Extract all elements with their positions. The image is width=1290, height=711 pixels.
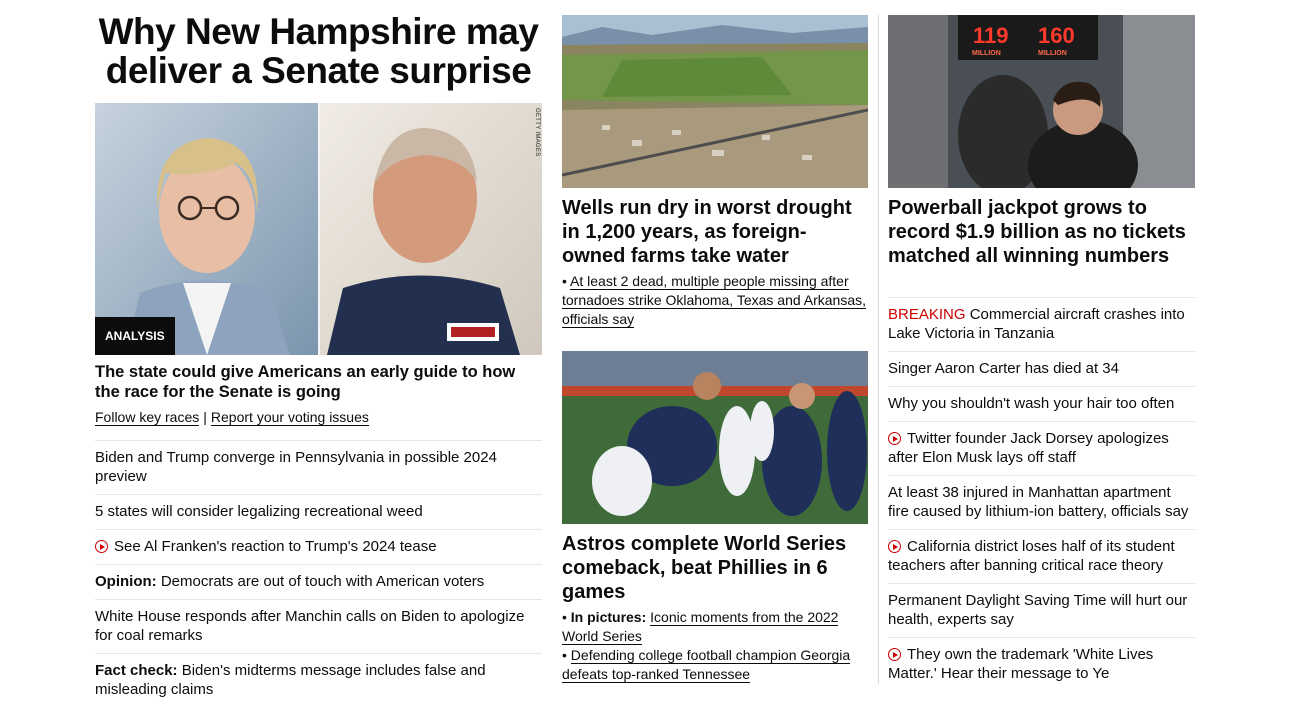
play-video-icon: [95, 540, 108, 553]
list-item-text: They own the trademark 'White Lives Matt…: [888, 646, 1154, 682]
image-credit: GETTY IMAGES: [534, 108, 540, 157]
powerball-image[interactable]: 119 160 MILLION MILLION: [888, 15, 1195, 188]
bullet: •: [562, 647, 571, 663]
list-item-text: 5 states will consider legalizing recrea…: [95, 503, 423, 520]
list-item[interactable]: Fact check: Biden's midterms message inc…: [95, 653, 542, 707]
georgia-tennessee-link[interactable]: Defending college football champion Geor…: [562, 647, 851, 683]
powerball-headline[interactable]: Powerball jackpot grows to record $1.9 b…: [888, 196, 1195, 268]
list-item[interactable]: At least 38 injured in Manhattan apartme…: [888, 475, 1195, 529]
column-divider: [878, 15, 879, 684]
list-item-text: Singer Aaron Carter has died at 34: [888, 360, 1119, 377]
sign-right-word: MILLION: [1038, 50, 1067, 57]
list-item-text: Biden and Trump converge in Pennsylvania…: [95, 449, 497, 485]
opinion-label: Opinion:: [95, 573, 157, 590]
astros-headline[interactable]: Astros complete World Series comeback, b…: [562, 532, 868, 604]
list-item[interactable]: They own the trademark 'White Lives Matt…: [888, 637, 1195, 691]
list-item-text: California district loses half of its st…: [888, 538, 1175, 574]
list-item[interactable]: Singer Aaron Carter has died at 34: [888, 351, 1195, 386]
list-item[interactable]: See Al Franken's reaction to Trump's 202…: [95, 529, 542, 564]
lead-links: Follow key races | Report your voting issu…: [95, 408, 369, 426]
list-item[interactable]: 5 states will consider legalizing recrea…: [95, 494, 542, 529]
list-item-text: Democrats are out of touch with American…: [160, 573, 485, 590]
in-pictures-label: In pictures:: [570, 609, 647, 625]
lead-headline[interactable]: Why New Hampshire may deliver a Senate s…: [95, 12, 542, 90]
list-item[interactable]: Opinion: Democrats are out of touch with…: [95, 564, 542, 599]
tornado-link[interactable]: At least 2 dead, multiple people missing…: [562, 273, 867, 328]
list-item[interactable]: California district loses half of its st…: [888, 529, 1195, 583]
list-item[interactable]: Twitter founder Jack Dorsey apologizes a…: [888, 421, 1195, 475]
lead-headline-list: Biden and Trump converge in Pennsylvania…: [95, 440, 542, 707]
play-video-icon: [888, 540, 901, 553]
astros-related-links: • In pictures: Iconic moments from the 2…: [562, 608, 868, 684]
play-video-icon: [888, 432, 901, 445]
lead-image[interactable]: ANALYSIS GETTY IMAGES: [95, 103, 542, 355]
report-voting-issues-link[interactable]: Report your voting issues: [210, 409, 369, 426]
list-item-text: Permanent Daylight Saving Time will hurt…: [888, 592, 1188, 628]
astros-image[interactable]: [562, 351, 868, 524]
bullet: •: [562, 273, 571, 289]
list-item[interactable]: Permanent Daylight Saving Time will hurt…: [888, 583, 1195, 637]
list-item-text: Why you shouldn't wash your hair too oft…: [888, 395, 1175, 412]
sign-left-number: 119: [973, 23, 1009, 48]
drought-related-links: • At least 2 dead, multiple people missi…: [562, 272, 868, 329]
fact-check-label: Fact check:: [95, 662, 178, 679]
list-item[interactable]: White House responds after Manchin calls…: [95, 599, 542, 653]
play-video-icon: [888, 648, 901, 661]
right-headline-list: BREAKING Commercial aircraft crashes int…: [888, 297, 1195, 691]
sign-left-word: MILLION: [972, 50, 1001, 57]
follow-key-races-link[interactable]: Follow key races: [95, 409, 200, 426]
list-item-text: White House responds after Manchin calls…: [95, 608, 525, 644]
list-item[interactable]: Biden and Trump converge in Pennsylvania…: [95, 440, 542, 494]
drought-image[interactable]: [562, 15, 868, 188]
breaking-label: BREAKING: [888, 306, 966, 323]
lead-subheadline[interactable]: The state could give Americans an early …: [95, 362, 542, 402]
list-item-text: At least 38 injured in Manhattan apartme…: [888, 484, 1189, 520]
bullet: •: [562, 609, 571, 625]
list-item[interactable]: BREAKING Commercial aircraft crashes int…: [888, 297, 1195, 351]
list-item[interactable]: Why you shouldn't wash your hair too oft…: [888, 386, 1195, 421]
analysis-tag: ANALYSIS: [95, 317, 175, 355]
link-separator: |: [203, 409, 207, 425]
sign-right-number: 160: [1038, 23, 1075, 48]
list-item-text: See Al Franken's reaction to Trump's 202…: [114, 538, 437, 555]
drought-headline[interactable]: Wells run dry in worst drought in 1,200 …: [562, 196, 868, 268]
list-item-text: Twitter founder Jack Dorsey apologizes a…: [888, 430, 1169, 466]
